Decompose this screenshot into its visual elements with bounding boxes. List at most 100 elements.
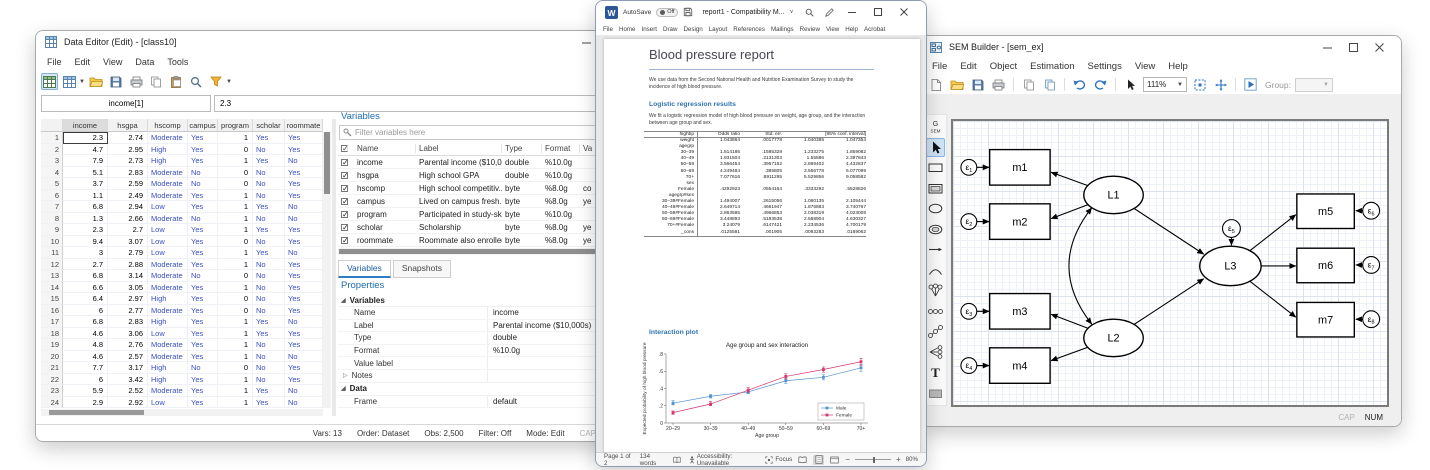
title-dropdown-caret[interactable]: ∨ <box>790 9 794 15</box>
stata-menu-edit[interactable]: Edit <box>75 57 91 67</box>
stata-menu-tools[interactable]: Tools <box>167 57 188 67</box>
variable-checkbox[interactable]: ✓ <box>341 185 348 192</box>
grid-cell[interactable]: Yes <box>285 236 323 248</box>
grid-cell[interactable]: 7.9 <box>63 155 108 167</box>
grid-cell[interactable]: Yes <box>188 224 218 236</box>
status-item-mode-edit[interactable]: Mode: Edit <box>526 429 564 438</box>
grid-cell[interactable]: Yes <box>285 178 323 190</box>
grid-cell[interactable]: 4.8 <box>63 339 108 351</box>
grid-cell[interactable]: 3.07 <box>108 236 148 248</box>
variables-hscroll-thumb[interactable] <box>339 249 619 254</box>
grid-cell[interactable]: Moderate <box>148 167 188 179</box>
ribbon-tab-home[interactable]: Home <box>619 26 636 33</box>
sem-pointer-button[interactable] <box>1122 76 1139 93</box>
grid-cell[interactable]: 5.9 <box>63 385 108 397</box>
sem-menu-object[interactable]: Object <box>990 61 1017 72</box>
web-layout-button[interactable] <box>829 455 840 465</box>
vars-col-header-name[interactable]: Name <box>354 144 416 153</box>
sem-undo-button[interactable] <box>1071 76 1088 93</box>
autosave-toggle[interactable]: Off <box>656 8 678 17</box>
grid-cell[interactable]: Yes <box>253 155 285 167</box>
tool-path[interactable] <box>926 240 945 259</box>
grid-cell[interactable]: High <box>148 362 188 374</box>
grid-cell[interactable]: 2.3 <box>63 224 108 236</box>
find-button[interactable] <box>188 73 205 90</box>
zoom-in-button[interactable]: + <box>896 455 901 464</box>
tool-regression-component[interactable] <box>926 343 945 362</box>
grid-cell[interactable]: 0 <box>218 270 253 282</box>
grid-cell[interactable]: Low <box>148 201 188 213</box>
variable-row-hscomp[interactable]: ✓hscompHigh school competitiv...byte%8.0… <box>338 182 630 195</box>
grid-cell[interactable]: 1 <box>218 316 253 328</box>
grid-col-header-scholar[interactable]: scholar <box>253 119 285 132</box>
property-row-format[interactable]: Format%10.0g <box>338 345 630 358</box>
grid-cell[interactable]: Moderate <box>148 339 188 351</box>
copy-button[interactable] <box>148 73 165 90</box>
print-layout-button[interactable] <box>813 455 824 465</box>
zoom-slider-thumb[interactable] <box>873 457 876 463</box>
tab-snapshots[interactable]: Snapshots <box>393 260 451 278</box>
grid-cell[interactable]: 1 <box>218 259 253 271</box>
variables-horizontal-scrollbar[interactable] <box>338 248 630 255</box>
cell-reference-box[interactable]: income[1] <box>41 95 211 112</box>
grid-cell[interactable]: 3.17 <box>108 362 148 374</box>
grid-cell[interactable]: 2.3 <box>63 132 108 144</box>
grid-cell[interactable]: 2.95 <box>108 144 148 156</box>
tool-measurement-component[interactable] <box>926 281 945 300</box>
grid-cell[interactable]: Yes <box>188 305 218 317</box>
grid-cell[interactable]: Yes <box>188 247 218 259</box>
grid-cell[interactable]: 2.92 <box>108 397 148 409</box>
grid-cell[interactable]: 2.83 <box>108 167 148 179</box>
grid-cell[interactable]: 2.66 <box>108 213 148 225</box>
sem-maximize-button[interactable] <box>1340 38 1366 56</box>
sem-menu-help[interactable]: Help <box>1168 61 1188 72</box>
panel-splitter[interactable] <box>332 119 336 416</box>
tool-observed-variable[interactable] <box>926 158 945 177</box>
ribbon-tab-insert[interactable]: Insert <box>642 26 657 33</box>
grid-cell[interactable]: 0 <box>218 236 253 248</box>
grid-cell[interactable]: 2.97 <box>108 293 148 305</box>
grid-cell[interactable]: Moderate <box>148 282 188 294</box>
proofing-icon[interactable] <box>673 456 681 464</box>
grid-cell[interactable]: No <box>188 167 218 179</box>
grid-cell[interactable]: Moderate <box>148 259 188 271</box>
sem-print-button[interactable] <box>990 76 1007 93</box>
ribbon-tab-design[interactable]: Design <box>683 26 702 33</box>
grid-cell[interactable]: Yes <box>285 132 323 144</box>
sem-menu-file[interactable]: File <box>932 61 947 72</box>
grid-cell[interactable]: Yes <box>188 144 218 156</box>
grid-cell[interactable]: Moderate <box>148 385 188 397</box>
grid-cell[interactable]: No <box>253 270 285 282</box>
grid-cell[interactable]: 1 <box>218 328 253 340</box>
sem-menu-estimation[interactable]: Estimation <box>1030 61 1074 72</box>
word-close-button[interactable] <box>891 3 917 21</box>
ribbon-tab-file[interactable]: File <box>603 26 613 33</box>
vars-col-header-type[interactable]: Type <box>502 144 542 153</box>
paste-button[interactable] <box>168 73 185 90</box>
grid-cell[interactable]: Yes <box>285 305 323 317</box>
page-indicator[interactable]: Page 1 of 2 <box>604 453 632 467</box>
variable-row-hsgpa[interactable]: ✓hsgpaHigh school GPAdouble%10.0g <box>338 169 630 182</box>
grid-cell[interactable]: Yes <box>188 132 218 144</box>
grid-cell[interactable]: Yes <box>285 270 323 282</box>
grid-cell[interactable]: No <box>253 178 285 190</box>
grid-cell[interactable]: High <box>148 293 188 305</box>
group-combobox[interactable]: ▼ <box>1295 78 1333 92</box>
property-group-variables[interactable]: Variables <box>338 294 630 307</box>
grid-col-header-program[interactable]: program <box>218 119 253 132</box>
ribbon-tab-references[interactable]: References <box>733 26 765 33</box>
status-item-obs-2-500[interactable]: Obs: 2,500 <box>424 429 463 438</box>
property-group-data[interactable]: Data <box>338 383 630 396</box>
grid-col-header-hscomp[interactable]: hscomp <box>148 119 188 132</box>
variable-row-campus[interactable]: ✓campusLived on campus fresh...byte%8.0g… <box>338 195 630 208</box>
word-minimize-button[interactable] <box>839 3 865 21</box>
grid-cell[interactable]: 1 <box>218 397 253 409</box>
grid-cell[interactable]: High <box>148 155 188 167</box>
grid-cell[interactable]: 1.3 <box>63 213 108 225</box>
grid-cell[interactable]: 2.57 <box>108 351 148 363</box>
ribbon-tab-mailings[interactable]: Mailings <box>771 26 794 33</box>
grid-cell[interactable]: 2.83 <box>108 316 148 328</box>
tool-observed-variables-set[interactable] <box>926 302 945 321</box>
grid-cell[interactable]: 7.7 <box>63 362 108 374</box>
filter-button[interactable] <box>208 73 225 90</box>
